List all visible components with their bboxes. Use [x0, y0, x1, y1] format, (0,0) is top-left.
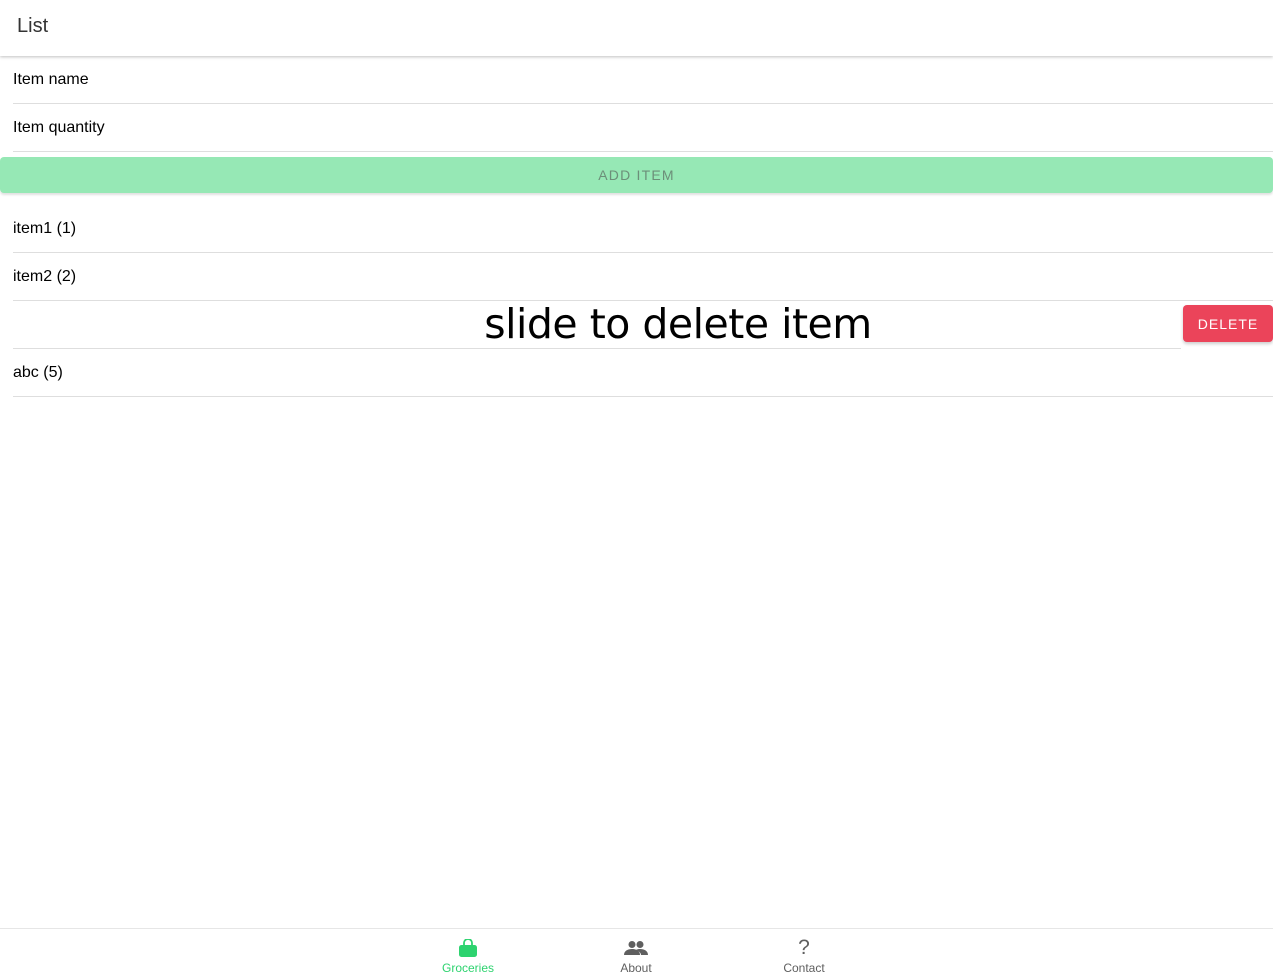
list-item-label: item2 (2) — [13, 268, 77, 285]
list-item-label: abc (5) — [13, 364, 63, 381]
item-quantity-input[interactable] — [13, 104, 1273, 152]
app: List ADD ITEM item1 (1) item2 (2) slide … — [0, 0, 1273, 979]
list-item[interactable]: abc (5) — [13, 349, 1273, 397]
tab-contact[interactable]: ? Contact — [744, 937, 864, 979]
list-item-label: item1 (1) — [13, 220, 77, 237]
delete-button[interactable]: DELETE — [1183, 305, 1273, 342]
add-item-button[interactable]: ADD ITEM — [0, 157, 1273, 193]
people-icon — [624, 937, 648, 959]
shopping-bag-icon — [458, 937, 478, 959]
item-name-field — [0, 56, 1273, 105]
slide-hint-text: slide to delete item — [484, 300, 872, 348]
question-icon: ? — [798, 936, 810, 959]
tab-about[interactable]: About — [576, 937, 696, 979]
tab-label: Groceries — [441, 961, 494, 975]
item-name-input[interactable] — [13, 56, 1273, 104]
list-item[interactable]: item1 (1) — [13, 205, 1273, 253]
list-item[interactable]: item2 (2) — [13, 253, 1273, 301]
tab-label: Contact — [783, 961, 825, 975]
bottom-tab-bar: Groceries About ? Contact — [0, 928, 1273, 979]
tab-groceries[interactable]: Groceries — [408, 937, 528, 979]
tab-label: About — [620, 961, 652, 975]
item-quantity-field — [0, 104, 1273, 153]
page-title: List — [17, 15, 49, 37]
top-toolbar: List — [0, 0, 1273, 56]
sliding-list-item[interactable]: slide to delete item DELETE — [0, 300, 1273, 349]
